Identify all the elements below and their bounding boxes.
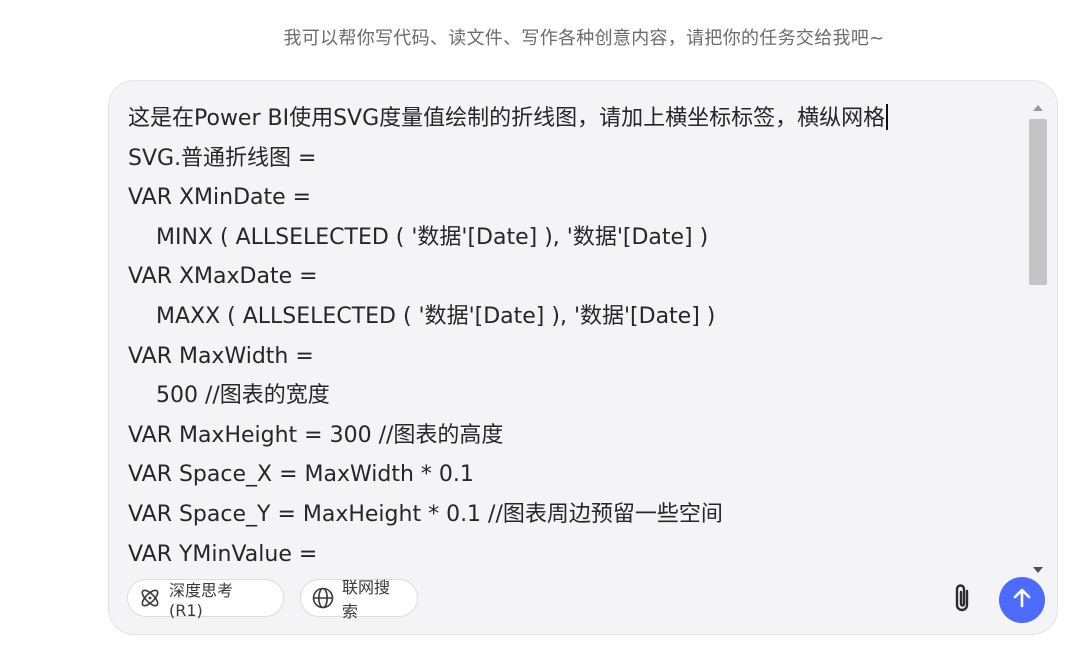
composer-hint: 我可以帮你写代码、读文件、写作各种创意内容，请把你的任务交给我吧~: [283, 28, 885, 49]
text-line: VAR Space_X = MaxWidth * 0.1: [128, 462, 474, 488]
scrollbar-thumb[interactable]: [1029, 119, 1047, 285]
attach-file-button[interactable]: [947, 583, 977, 617]
text-line: SVG.普通折线图 =: [128, 145, 317, 171]
text-line: 这是在Power BI使用SVG度量值绘制的折线图，请加上横坐标标签，横纵网格: [128, 99, 1028, 139]
text-line: VAR YMinValue =: [128, 541, 318, 567]
text-line: VAR XMaxDate =: [128, 264, 318, 290]
scroll-down-arrow-icon[interactable]: [1033, 567, 1043, 573]
arrow-up-icon: [1010, 586, 1034, 614]
web-search-label: 联网搜索: [342, 578, 391, 621]
send-button[interactable]: [999, 577, 1045, 623]
text-line: 500 //图表的宽度: [156, 383, 330, 409]
web-search-toggle-button[interactable]: 联网搜索: [300, 578, 418, 621]
deepthink-label: 深度思考 (R1): [169, 580, 234, 620]
text-line: VAR MaxHeight = 300 //图表的高度: [128, 422, 504, 448]
scroll-up-arrow-icon[interactable]: [1033, 105, 1043, 111]
globe-icon: [311, 586, 335, 610]
text-caret: [886, 104, 888, 130]
text-line: VAR Space_Y = MaxHeight * 0.1 //图表周边预留一些…: [128, 501, 723, 527]
editor-scrollbar[interactable]: [1027, 99, 1049, 573]
paperclip-icon: [949, 582, 975, 618]
message-composer: 这是在Power BI使用SVG度量值绘制的折线图，请加上横坐标标签，横纵网格 …: [108, 80, 1058, 635]
message-input[interactable]: 这是在Power BI使用SVG度量值绘制的折线图，请加上横坐标标签，横纵网格 …: [128, 99, 1028, 573]
text-line: MINX ( ALLSELECTED ( '数据'[Date] ), '数据'[…: [156, 224, 709, 250]
deepthink-toggle-button[interactable]: 深度思考 (R1): [127, 579, 284, 620]
atom-icon: [138, 586, 162, 610]
text-line: VAR XMinDate =: [128, 185, 312, 211]
text-line: MAXX ( ALLSELECTED ( '数据'[Date] ), '数据'[…: [156, 303, 716, 329]
text-line: VAR MaxWidth =: [128, 343, 314, 369]
